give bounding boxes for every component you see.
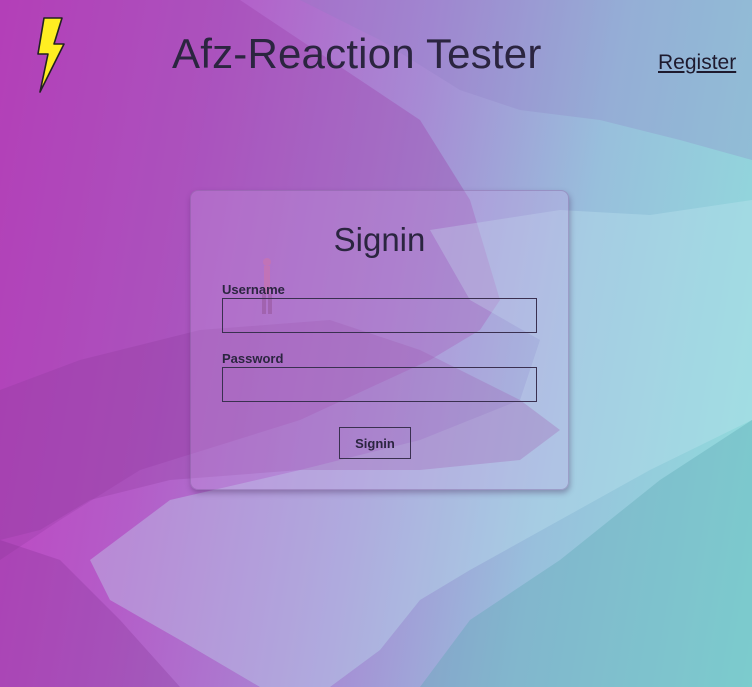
password-input[interactable] [222,367,537,402]
signin-card: Signin Username Password Signin [190,190,569,490]
username-label: Username [222,282,285,297]
username-input[interactable] [222,298,537,333]
password-label: Password [222,351,284,366]
signin-title: Signin [333,221,426,258]
register-link[interactable]: Register [658,51,736,75]
lightning-bolt-icon [34,16,66,94]
signin-button[interactable]: Signin [339,427,411,459]
app-title: Afz-Reaction Tester [172,30,542,77]
